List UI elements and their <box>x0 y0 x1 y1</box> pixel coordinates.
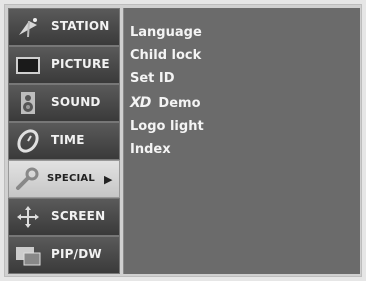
menu-item-label: Child lock <box>130 48 202 63</box>
sidebar-item-label: SPECIAL <box>47 173 95 184</box>
sidebar-item-time[interactable]: TIME <box>8 122 120 160</box>
tv-osd-menu: STATION PICTURE SOUND TIME SPECIAL ▶ SCR… <box>4 4 362 277</box>
menu-item-label: Index <box>130 142 171 157</box>
sidebar-item-pip-dw[interactable]: PIP/DW <box>8 236 120 274</box>
sidebar-item-label: PICTURE <box>51 57 110 71</box>
menu-item-index[interactable]: Index <box>130 140 171 160</box>
category-sidebar: STATION PICTURE SOUND TIME SPECIAL ▶ SCR… <box>8 8 120 274</box>
clock-icon <box>17 129 39 153</box>
sidebar-item-label: SCREEN <box>51 209 106 223</box>
sidebar-item-label: TIME <box>51 133 85 147</box>
tv-screen-icon <box>16 57 40 74</box>
sidebar-item-label: SOUND <box>51 95 101 109</box>
menu-item-label: Logo light <box>130 119 204 134</box>
submenu-arrow-icon: ▶ <box>104 173 113 186</box>
menu-item-label: Language <box>130 25 202 40</box>
menu-item-xd-demo[interactable]: XD Demo <box>130 93 201 113</box>
menu-item-child-lock[interactable]: Child lock <box>130 46 201 66</box>
wrench-icon <box>16 167 39 190</box>
menu-item-logo-light[interactable]: Logo light <box>130 117 204 137</box>
menu-item-label: Demo <box>158 96 201 111</box>
sidebar-item-special[interactable]: SPECIAL ▶ <box>8 160 120 198</box>
sidebar-item-label: PIP/DW <box>51 247 102 261</box>
menu-item-language[interactable]: Language <box>130 23 202 43</box>
xd-logo: XD <box>130 95 151 111</box>
menu-item-label: Set ID <box>130 71 175 86</box>
sidebar-item-picture[interactable]: PICTURE <box>8 46 120 84</box>
antenna-icon <box>19 18 37 38</box>
special-submenu-panel: Language Child lock Set ID XD Demo Logo l… <box>123 8 360 274</box>
speaker-icon <box>21 92 35 114</box>
menu-item-set-id[interactable]: Set ID <box>130 69 175 89</box>
move-cross-icon <box>17 206 39 228</box>
sidebar-item-label: STATION <box>51 19 110 33</box>
pip-icon <box>16 247 41 266</box>
sidebar-item-screen[interactable]: SCREEN <box>8 198 120 236</box>
sidebar-item-station[interactable]: STATION <box>8 8 120 46</box>
sidebar-item-sound[interactable]: SOUND <box>8 84 120 122</box>
